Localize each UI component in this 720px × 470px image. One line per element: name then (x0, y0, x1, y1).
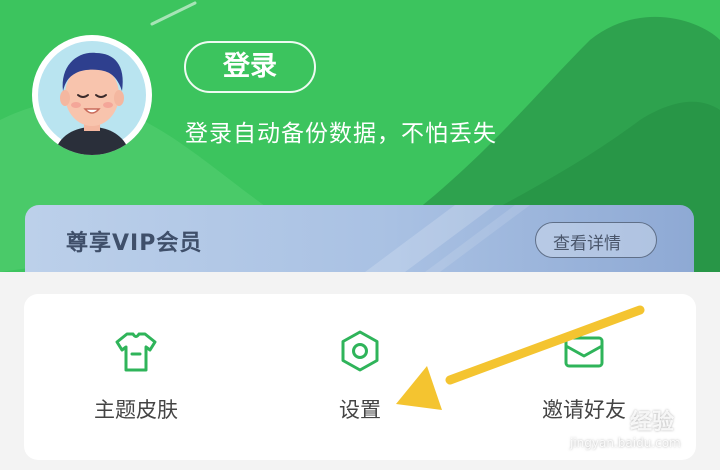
menu-item-settings[interactable]: 设置 (248, 294, 472, 460)
vip-title: 尊享VIP会员 (66, 231, 203, 256)
login-button[interactable]: 登录 (184, 41, 316, 93)
avatar[interactable] (32, 35, 152, 155)
menu-item-label: 主题皮肤 (94, 398, 178, 422)
login-subtitle: 登录自动备份数据，不怕丢失 (185, 121, 497, 147)
menu-item-invite-friends[interactable]: 邀请好友 (472, 294, 696, 460)
vip-detail-button[interactable]: 查看详情 (535, 222, 657, 258)
menu-item-label: 邀请好友 (542, 398, 626, 422)
envelope-icon (564, 336, 604, 368)
tshirt-icon (115, 332, 157, 372)
avatar-icon (38, 41, 146, 155)
hexagon-settings-icon (341, 330, 379, 372)
vip-banner[interactable]: 尊享VIP会员 查看详情 (25, 205, 694, 272)
menu-item-theme-skin[interactable]: 主题皮肤 (24, 294, 248, 460)
menu-grid: 主题皮肤 设置 邀请好友 (24, 294, 696, 460)
menu-item-label: 设置 (339, 398, 381, 422)
chevron-right-icon (536, 223, 694, 272)
